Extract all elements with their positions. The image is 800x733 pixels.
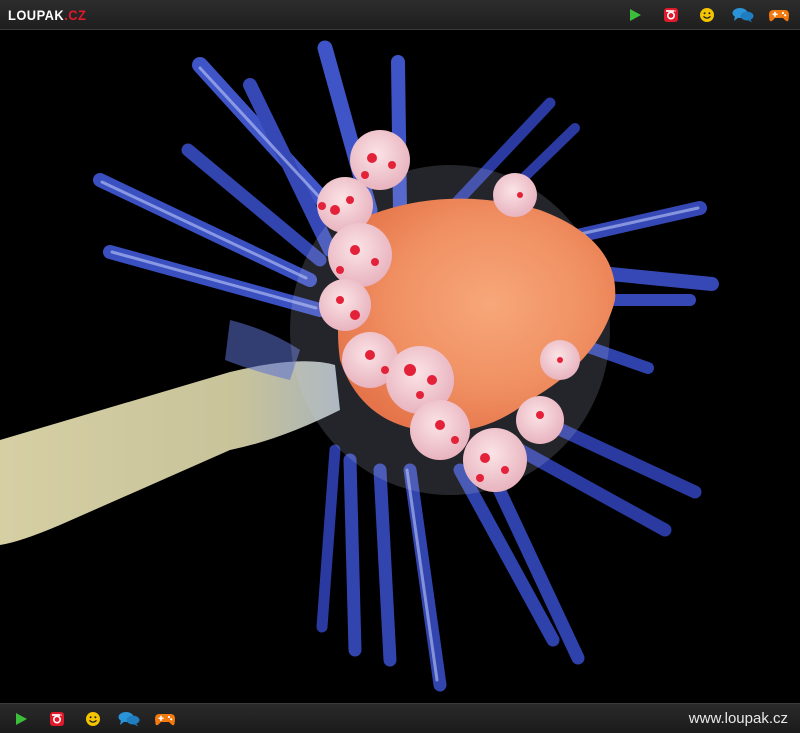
gamepad-icon[interactable] [768, 5, 790, 25]
stalk [0, 361, 340, 545]
instagram-icon[interactable] [46, 709, 68, 729]
bottom-icon-group [10, 709, 176, 729]
smiley-icon[interactable] [82, 709, 104, 729]
gamepad-icon[interactable] [154, 709, 176, 729]
play-icon[interactable] [10, 709, 32, 729]
photo-illustration [0, 40, 719, 692]
play-icon[interactable] [624, 5, 646, 25]
smiley-icon[interactable] [696, 5, 718, 25]
instagram-icon[interactable] [660, 5, 682, 25]
site-logo[interactable]: LOUPAK.CZ [8, 6, 86, 24]
logo-text: LOUPAK [8, 7, 65, 23]
chat-icon[interactable] [118, 709, 140, 729]
top-icon-group [624, 5, 790, 25]
site-url[interactable]: www.loupak.cz [689, 710, 788, 728]
hydroid-polyp-photo [0, 30, 800, 703]
chat-icon[interactable] [732, 5, 754, 25]
logo-tld: .CZ [64, 7, 87, 23]
top-bar: LOUPAK.CZ [0, 0, 800, 30]
bottom-bar: www.loupak.cz [0, 703, 800, 733]
